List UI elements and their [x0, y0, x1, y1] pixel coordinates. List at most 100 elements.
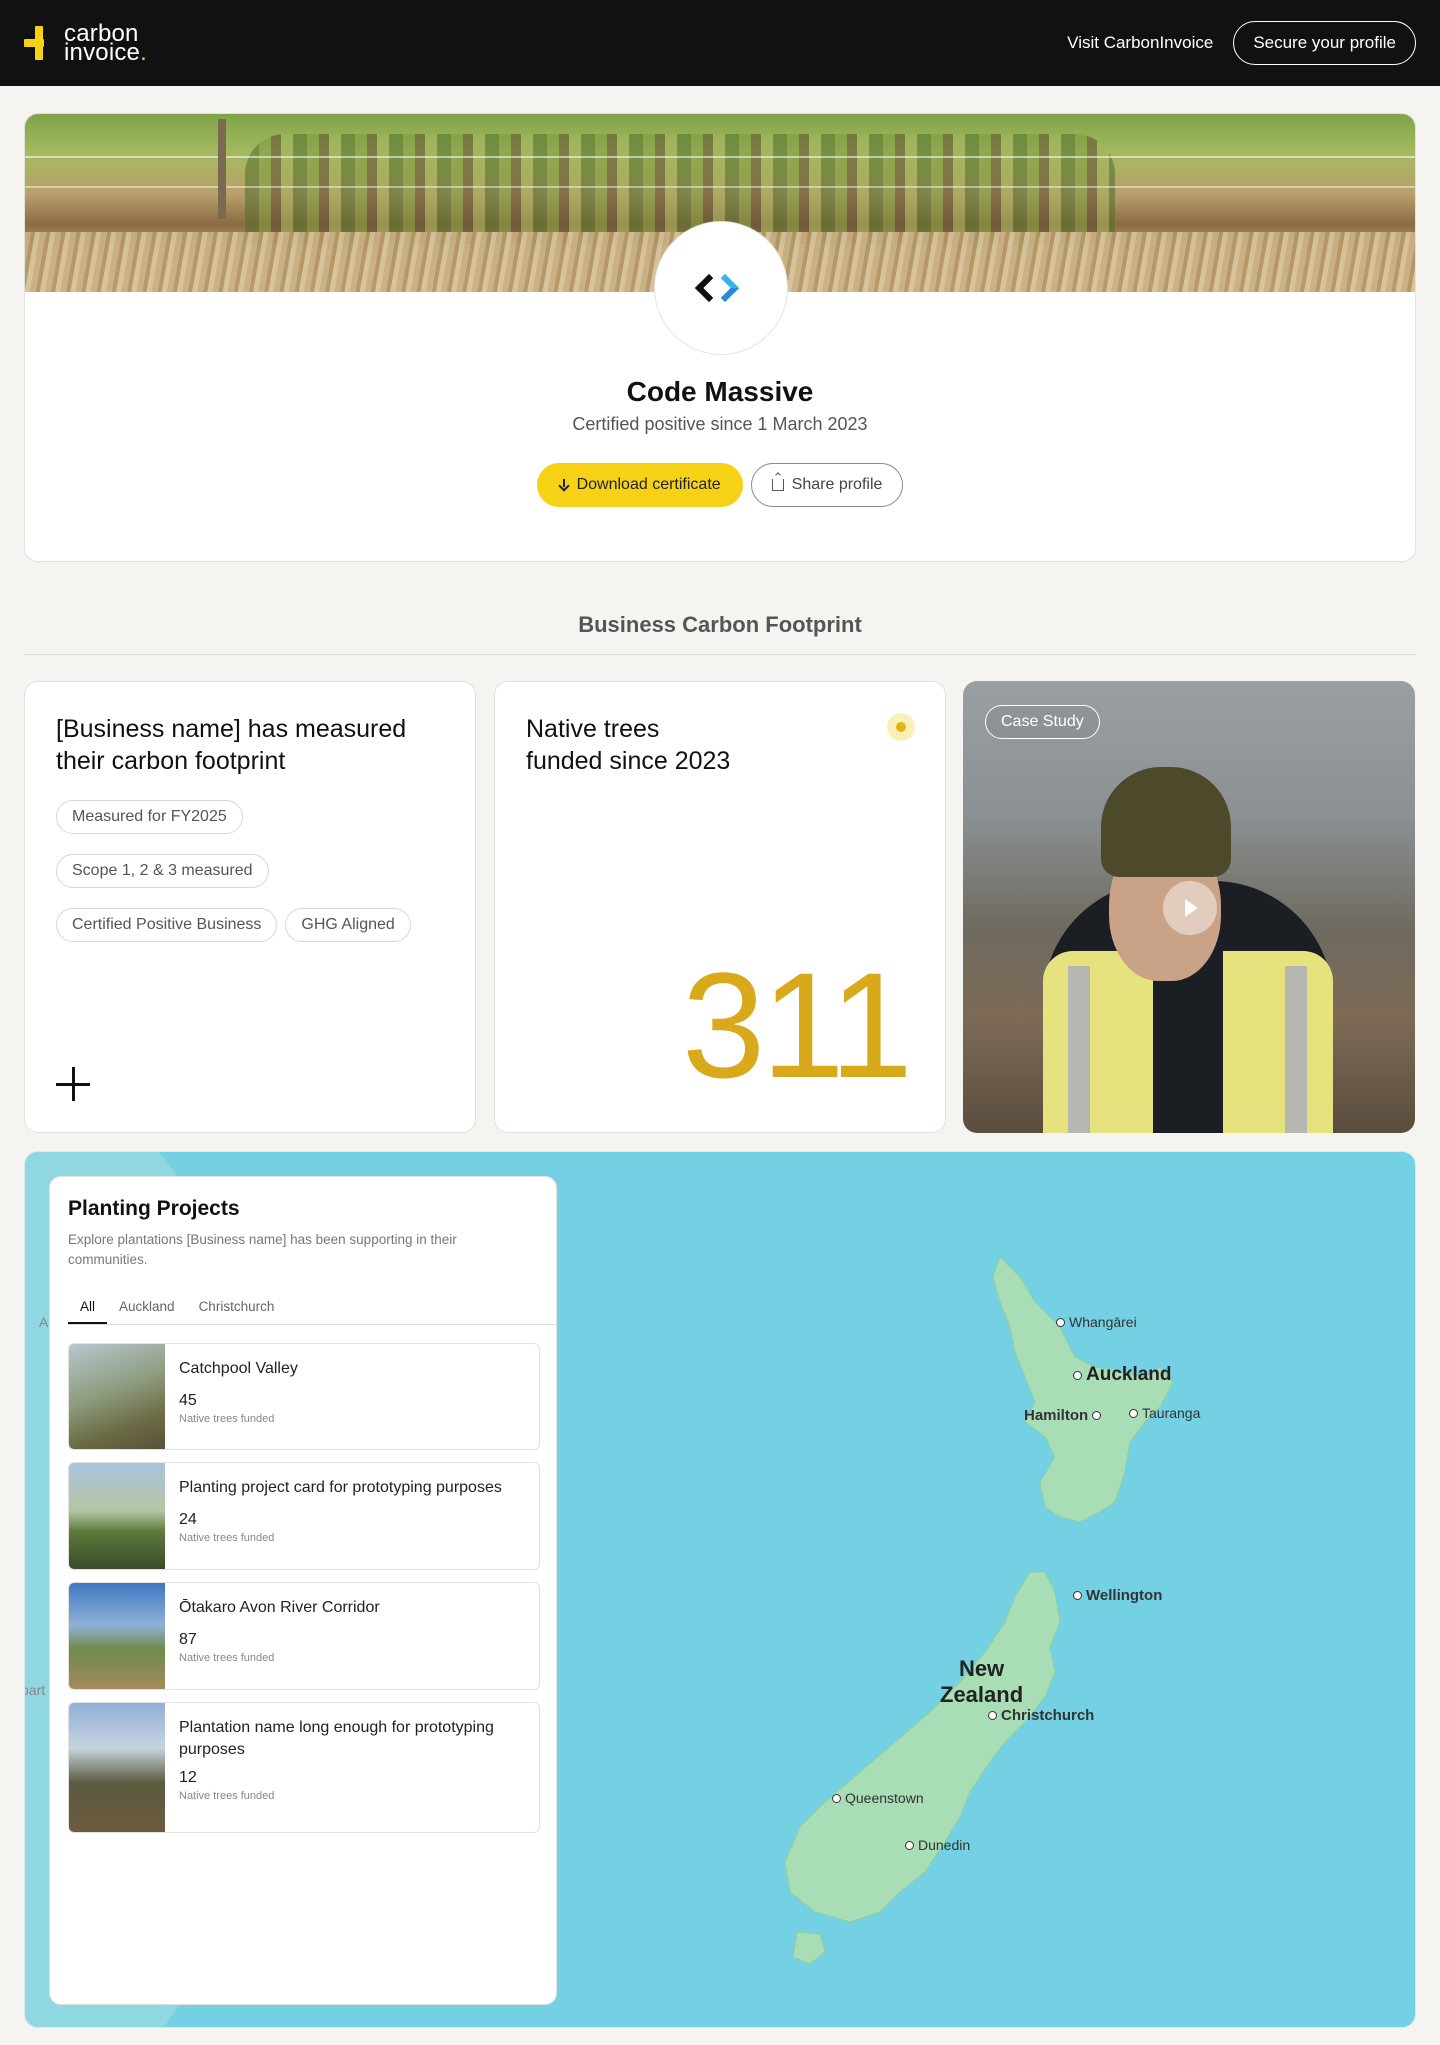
north-island-shape	[992, 1256, 1174, 1523]
project-card-plantation[interactable]: Plantation name long enough for prototyp…	[68, 1702, 540, 1833]
photo-vest-left	[1043, 951, 1153, 1133]
banner-plants	[245, 134, 1115, 244]
planting-projects-title: Planting Projects	[68, 1197, 240, 1220]
project-info: Planting project card for prototyping pu…	[165, 1463, 539, 1569]
city-name-dunedin: Dunedin	[918, 1837, 971, 1853]
project-card-catchpool[interactable]: Catchpool Valley 45 Native trees funded	[68, 1343, 540, 1450]
native-trees-heading-line-2: funded since 2023	[526, 747, 731, 775]
map-label-auckland[interactable]: Auckland	[1073, 1364, 1172, 1386]
play-video-icon[interactable]	[1163, 881, 1217, 935]
map-pin-icon	[832, 1793, 841, 1803]
project-tree-count: 45	[179, 1392, 197, 1409]
top-nav: Visit CarbonInvoice Secure your profile	[1067, 21, 1416, 65]
project-thumbnail	[69, 1583, 165, 1689]
share-profile-label: Share profile	[791, 476, 883, 493]
native-trees-count: 311	[681, 941, 913, 1109]
map-edge-label-b: part	[25, 1682, 46, 1698]
chip-measured-fy: Measured for FY2025	[56, 800, 243, 834]
photo-vest-stripe-left	[1068, 966, 1090, 1133]
tab-all[interactable]: All	[68, 1295, 108, 1324]
project-name: Planting project card for prototyping pu…	[179, 1479, 502, 1496]
map-pin-icon	[988, 1711, 997, 1720]
secure-profile-button[interactable]: Secure your profile	[1233, 21, 1416, 65]
project-name: Catchpool Valley	[179, 1360, 298, 1377]
planting-projects-panel: Planting Projects Explore plantations [B…	[49, 1176, 557, 2005]
banner-fence-wire	[25, 156, 1415, 158]
project-count-label: Native trees funded	[179, 1652, 275, 1664]
country-name-line-2: Zealand	[940, 1682, 1024, 1707]
city-name-christchurch: Christchurch	[1001, 1707, 1095, 1724]
region-tabs: All Auckland Christchurch	[68, 1295, 556, 1325]
section-divider	[24, 654, 1416, 655]
project-name: Plantation name long enough for prototyp…	[179, 1719, 494, 1758]
logo-plus-icon	[24, 26, 54, 60]
expand-plus-icon[interactable]	[56, 1067, 90, 1101]
logo-word-invoice: invoice	[64, 39, 141, 66]
country-name-line-1: New	[958, 1656, 1005, 1681]
case-study-tag: Case Study	[985, 705, 1100, 739]
map-label-tauranga[interactable]: Tauranga	[1129, 1405, 1200, 1421]
planting-projects-description: Explore plantations [Business name] has …	[68, 1232, 457, 1267]
project-card-otakaro[interactable]: Ōtakaro Avon River Corridor 87 Native tr…	[68, 1582, 540, 1690]
tab-auckland[interactable]: Auckland	[107, 1295, 187, 1324]
planting-map-section: Whangārei Auckland Hamilton Tauranga Wel…	[24, 1151, 1416, 2028]
city-name-hamilton: Hamilton	[1024, 1407, 1089, 1424]
map-label-christchurch[interactable]: Christchurch	[988, 1707, 1094, 1724]
profile-card: Code Massive Certified positive since 1 …	[24, 113, 1416, 562]
company-name: Code Massive	[626, 376, 814, 407]
native-trees-heading: Native trees funded since 2023	[526, 713, 906, 777]
city-name-whangarei: Whangārei	[1069, 1314, 1137, 1330]
measured-card-heading: [Business name] has measured their carbo…	[56, 715, 407, 775]
project-thumbnail	[69, 1463, 165, 1569]
map-label-whangarei[interactable]: Whangārei	[1056, 1314, 1137, 1330]
map-pin-icon	[1092, 1411, 1102, 1420]
map-pin-icon	[1073, 1370, 1082, 1380]
city-name-auckland: Auckland	[1086, 1364, 1172, 1385]
top-bar: carbon invoice. Visit CarbonInvoice Secu…	[0, 0, 1440, 86]
map-pin-icon	[1056, 1317, 1065, 1327]
profile-actions: Download certificate Share profile	[25, 463, 1415, 507]
share-icon	[771, 479, 784, 491]
measured-footprint-card: [Business name] has measured their carbo…	[24, 681, 476, 1133]
project-tree-count: 24	[179, 1511, 197, 1528]
photo-beanie	[1101, 767, 1231, 877]
tab-christchurch[interactable]: Christchurch	[187, 1295, 287, 1324]
certified-since-text: Certified positive since 1 March 2023	[572, 414, 868, 434]
download-icon	[559, 479, 569, 491]
project-tree-count: 12	[179, 1769, 197, 1786]
project-thumbnail	[69, 1703, 165, 1832]
share-profile-button[interactable]: Share profile	[750, 463, 904, 507]
project-count-label: Native trees funded	[179, 1413, 275, 1425]
banner-fence-post	[218, 119, 226, 219]
map-label-wellington[interactable]: Wellington	[1073, 1587, 1162, 1604]
city-name-queenstown: Queenstown	[845, 1790, 924, 1806]
project-tree-count: 87	[179, 1631, 197, 1648]
project-list: Catchpool Valley 45 Native trees funded …	[68, 1343, 540, 1845]
logo-dot: .	[140, 39, 147, 66]
visit-carboninvoice-link[interactable]: Visit CarbonInvoice	[1067, 33, 1213, 53]
map-edge-label-a: A	[39, 1314, 49, 1330]
stewart-island-shape	[792, 1931, 826, 1965]
native-trees-heading-line-1: Native trees	[526, 715, 660, 743]
logo-text: carbon invoice.	[64, 22, 147, 65]
map-pin-icon	[1073, 1591, 1082, 1600]
download-certificate-button[interactable]: Download certificate	[536, 463, 743, 507]
map-label-dunedin[interactable]: Dunedin	[905, 1837, 970, 1853]
project-info: Catchpool Valley 45 Native trees funded	[165, 1344, 539, 1449]
status-dot-icon	[887, 713, 915, 741]
banner-fence-wire-lower	[25, 186, 1415, 188]
project-card-prototype[interactable]: Planting project card for prototyping pu…	[68, 1462, 540, 1570]
project-info: Ōtakaro Avon River Corridor 87 Native tr…	[165, 1583, 539, 1689]
city-name-tauranga: Tauranga	[1142, 1405, 1201, 1421]
map-label-hamilton[interactable]: Hamilton	[1024, 1407, 1102, 1424]
project-name: Ōtakaro Avon River Corridor	[179, 1599, 380, 1616]
photo-vest-right	[1223, 951, 1333, 1133]
native-trees-card: Native trees funded since 2023 311	[494, 681, 946, 1133]
project-count-label: Native trees funded	[179, 1532, 275, 1544]
footprint-section-title: Business Carbon Footprint	[578, 612, 862, 637]
carbon-invoice-logo[interactable]: carbon invoice.	[24, 22, 147, 65]
case-study-card[interactable]: Case Study	[963, 681, 1415, 1133]
map-label-country: New Zealand	[940, 1656, 1023, 1708]
photo-vest-stripe-right	[1285, 966, 1307, 1133]
map-label-queenstown[interactable]: Queenstown	[832, 1790, 924, 1806]
